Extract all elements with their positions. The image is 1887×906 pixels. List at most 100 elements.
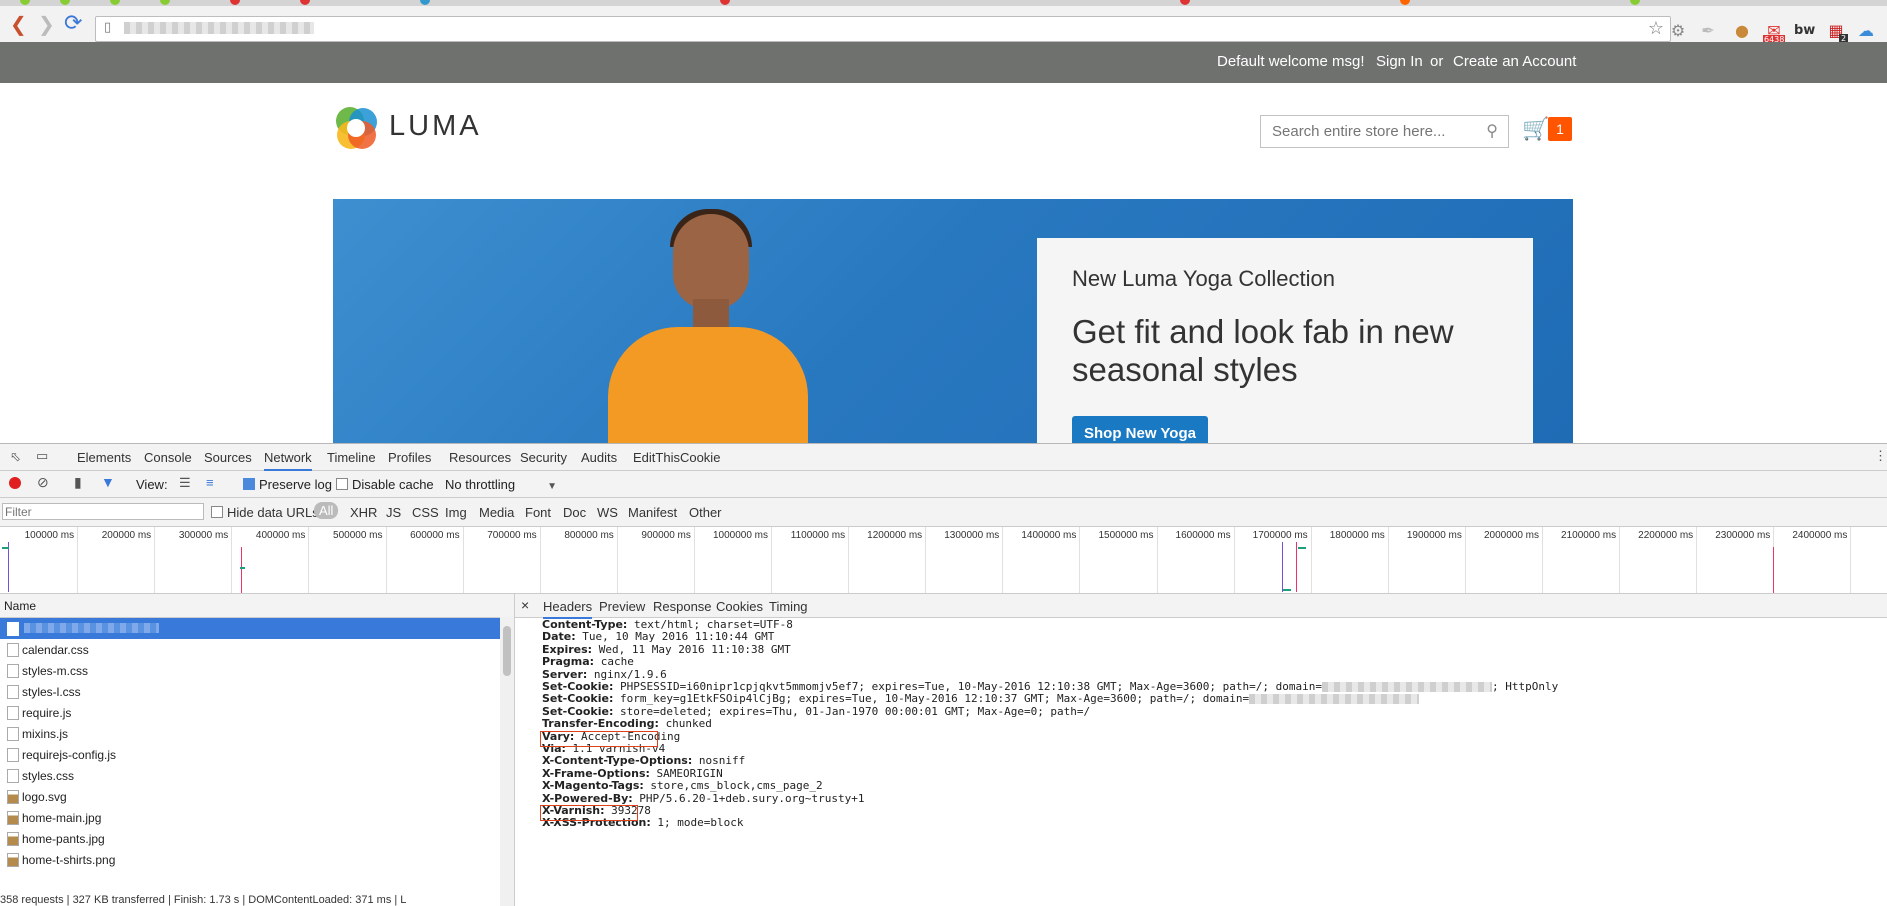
header-name: Content-Type: <box>542 618 628 631</box>
throttling-select[interactable]: No throttling ▼ <box>445 477 557 492</box>
hide-data-urls-checkbox[interactable]: Hide data URLs <box>211 505 319 520</box>
filter-funnel-icon[interactable]: ▼ <box>101 474 115 490</box>
timeline-tick: 250 <box>0 527 1887 593</box>
store-search-box[interactable]: ⚲ <box>1260 115 1509 148</box>
detail-tab-preview[interactable]: Preview <box>599 599 645 614</box>
tab-editthiscookie[interactable]: EditThisCookie <box>633 450 720 465</box>
request-name: requirejs-config.js <box>22 748 117 762</box>
request-row[interactable]: styles-l.css <box>0 681 500 702</box>
search-icon[interactable]: ⚲ <box>1486 121 1498 140</box>
tab-sources[interactable]: Sources <box>204 450 252 465</box>
close-icon[interactable]: × <box>521 597 529 613</box>
request-row-selected[interactable] <box>0 618 500 639</box>
cart-icon[interactable]: 🛒 <box>1522 117 1549 142</box>
search-input[interactable] <box>1270 122 1474 141</box>
detail-tab-response[interactable]: Response <box>653 599 712 614</box>
header-value: nginx/1.9.6 <box>593 667 667 681</box>
luma-logo[interactable]: LUMA <box>333 105 479 155</box>
filter-media[interactable]: Media <box>479 505 514 520</box>
tab-favicon[interactable] <box>60 0 70 5</box>
settings-gear-icon[interactable]: ⚙ <box>1668 21 1688 41</box>
document-file-icon <box>7 727 19 741</box>
large-rows-icon[interactable]: ☰ <box>179 475 191 491</box>
tab-favicon[interactable] <box>1400 0 1410 5</box>
tab-security[interactable]: Security <box>520 450 567 465</box>
request-name-redacted <box>24 623 159 633</box>
back-arrow-icon[interactable]: ❮ <box>10 14 27 34</box>
tab-favicon[interactable] <box>160 0 170 5</box>
inspect-element-icon[interactable]: ⬁ <box>10 449 21 465</box>
filter-other[interactable]: Other <box>689 505 722 520</box>
request-row[interactable]: logo.svg <box>0 786 500 807</box>
network-timeline-overview[interactable]: 100000 ms 200000 ms 300000 ms 400000 ms 5000… <box>0 527 1887 594</box>
filter-all[interactable]: All <box>314 502 339 519</box>
tab-audits[interactable]: Audits <box>581 450 617 465</box>
tab-network[interactable]: Network <box>264 450 312 471</box>
scrollbar-thumb[interactable] <box>503 626 511 676</box>
filter-manifest[interactable]: Manifest <box>628 505 677 520</box>
request-row[interactable]: mixins.js <box>0 723 500 744</box>
tab-favicon[interactable] <box>720 0 730 5</box>
tab-favicon[interactable] <box>230 0 240 5</box>
create-account-link[interactable]: Create an Account <box>1453 53 1576 70</box>
header-name: Set-Cookie: <box>542 692 614 706</box>
request-detail-panel: × Headers Preview Response Cookies Timin… <box>515 594 1887 906</box>
sign-in-link[interactable]: Sign In <box>1376 53 1423 70</box>
request-row[interactable]: styles-m.css <box>0 660 500 681</box>
tab-profiles[interactable]: Profiles <box>388 450 431 465</box>
clear-icon[interactable]: ⊘ <box>37 474 49 491</box>
request-row[interactable]: requirejs-config.js <box>0 744 500 765</box>
bookmark-star-icon[interactable]: ☆ <box>1648 18 1664 39</box>
response-header-line: Set-Cookie: PHPSESSID=i60nipr1cpjqkvt5mm… <box>542 680 1558 693</box>
tab-favicon[interactable] <box>300 0 310 5</box>
request-name: home-main.jpg <box>22 811 102 825</box>
tab-favicon[interactable] <box>20 0 30 5</box>
request-row[interactable]: require.js <box>0 702 500 723</box>
request-row[interactable]: home-t-shirts.png <box>0 849 500 870</box>
tab-timeline[interactable]: Timeline <box>327 450 376 465</box>
tab-console[interactable]: Console <box>144 450 192 465</box>
filter-img[interactable]: Img <box>445 505 467 520</box>
filter-input[interactable] <box>2 503 204 520</box>
filter-font[interactable]: Font <box>525 505 551 520</box>
detail-tab-cookies[interactable]: Cookies <box>716 599 763 614</box>
reload-icon[interactable]: ⟳ <box>64 13 82 35</box>
request-row[interactable]: calendar.css <box>0 639 500 660</box>
tab-favicon[interactable] <box>420 0 430 5</box>
tab-favicon[interactable] <box>1630 0 1640 5</box>
tab-favicon[interactable] <box>1180 0 1190 5</box>
waterfall-overview-icon[interactable]: ≡ <box>206 475 214 490</box>
preserve-log-checkbox[interactable]: Preserve log <box>243 477 332 492</box>
request-name: styles-l.css <box>22 685 81 699</box>
cookie-icon[interactable]: ● <box>1732 21 1752 41</box>
disable-cache-checkbox[interactable]: Disable cache <box>336 477 434 492</box>
filter-ws[interactable]: WS <box>597 505 618 520</box>
request-row[interactable]: home-pants.jpg <box>0 828 500 849</box>
logo-text: LUMA <box>389 110 482 142</box>
more-menu-icon[interactable]: ⋮ <box>1874 448 1887 464</box>
tab-favicon[interactable] <box>110 0 120 5</box>
filter-doc[interactable]: Doc <box>563 505 586 520</box>
request-row[interactable]: styles.css <box>0 765 500 786</box>
forward-arrow-icon[interactable]: ❯ <box>38 14 55 34</box>
device-mode-icon[interactable]: ▭ <box>36 448 48 464</box>
screenshot-camera-icon[interactable]: ▮ <box>74 474 82 491</box>
tab-resources[interactable]: Resources <box>449 450 511 465</box>
request-row[interactable]: home-main.jpg <box>0 807 500 828</box>
tab-elements[interactable]: Elements <box>77 450 131 465</box>
detail-tab-timing[interactable]: Timing <box>769 599 808 614</box>
filter-xhr[interactable]: XHR <box>350 505 377 520</box>
address-bar[interactable]: ▯ ☆ <box>95 16 1671 42</box>
feather-icon[interactable]: ✒ <box>1698 21 1718 41</box>
filter-css[interactable]: CSS <box>412 505 439 520</box>
name-column-header[interactable]: Name <box>0 594 514 618</box>
record-icon[interactable] <box>9 477 21 489</box>
detail-tab-headers[interactable]: Headers <box>543 599 593 619</box>
request-name: calendar.css <box>22 643 89 657</box>
filter-js[interactable]: JS <box>386 505 401 520</box>
cloud-icon[interactable]: ☁ <box>1856 21 1876 41</box>
cart-counter[interactable]: 1 <box>1548 117 1572 141</box>
header-value: chunked <box>665 717 712 731</box>
bw-extension-icon[interactable]: bw <box>1794 21 1815 41</box>
timeline-marker <box>8 542 9 592</box>
